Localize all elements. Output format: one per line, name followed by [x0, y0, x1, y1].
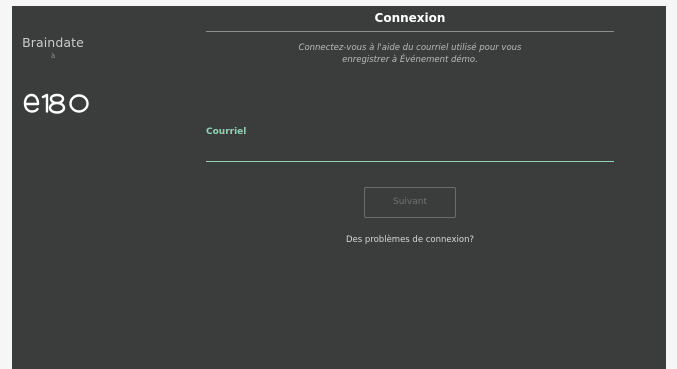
email-field[interactable] [206, 140, 614, 162]
page-title: Connexion [374, 11, 446, 25]
app-frame: Braindate à Connexion Connectez-vous à l… [12, 6, 666, 369]
instructions-text: Connectez-vous à l'aide du courriel util… [246, 43, 574, 66]
brand-name: Braindate [22, 35, 84, 50]
e180-logo-icon [23, 93, 89, 114]
login-panel: Connexion Connectez-vous à l'aide du cou… [206, 6, 614, 369]
title-divider [206, 31, 614, 32]
sidebar: Braindate à [12, 6, 192, 369]
brand-sub: à [50, 52, 56, 60]
email-label: Courriel [206, 127, 247, 137]
instructions-line-2: enregistrer à Événement démo. [342, 54, 478, 65]
next-button[interactable]: Suivant [364, 187, 456, 218]
instructions-line-1: Connectez-vous à l'aide du courriel util… [298, 43, 522, 53]
login-help-link[interactable]: Des problèmes de connexion? [206, 235, 614, 245]
